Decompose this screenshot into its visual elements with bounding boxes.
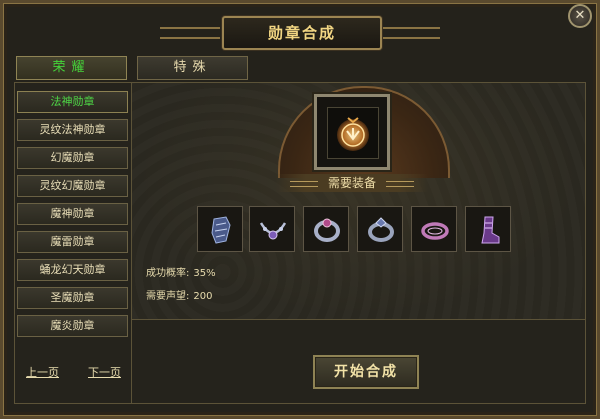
- success-rate-value: 35%: [193, 268, 216, 279]
- ring-icon: [314, 218, 340, 242]
- required-slot-4[interactable]: [357, 206, 403, 252]
- close-icon: ✕: [574, 8, 586, 23]
- required-equipment-label: 需要装备: [327, 176, 376, 190]
- next-page-link[interactable]: 下一页: [88, 364, 121, 380]
- required-slot-3[interactable]: [303, 206, 349, 252]
- medal-item-6[interactable]: 魔雷勋章: [17, 231, 128, 253]
- medal-item-4[interactable]: 灵纹幻魔勋章: [17, 175, 128, 197]
- tab-special[interactable]: 特殊: [137, 56, 248, 80]
- necklace-icon: [259, 222, 287, 240]
- medal-item-5[interactable]: 魔神勋章: [17, 203, 128, 225]
- title-ornament-left: [160, 27, 220, 39]
- title-ornament-right: [380, 27, 440, 39]
- required-slot-5[interactable]: [411, 206, 457, 252]
- medal-item-9[interactable]: 魔炎勋章: [17, 315, 128, 337]
- ring-icon: [368, 217, 394, 242]
- required-slot-1[interactable]: [197, 206, 243, 252]
- success-rate-row: 成功概率: 35%: [146, 264, 216, 279]
- target-slot-inner: [327, 107, 379, 159]
- prev-page-link[interactable]: 上一页: [26, 364, 59, 380]
- ring-icon: [421, 222, 449, 240]
- window-title: 勋章合成: [222, 16, 382, 50]
- medal-item-1[interactable]: 法神勋章: [17, 91, 128, 113]
- medal-item-3[interactable]: 幻魔勋章: [17, 147, 128, 169]
- medal-icon: [337, 117, 369, 151]
- medal-item-8[interactable]: 圣魔勋章: [17, 287, 128, 309]
- success-rate-label: 成功概率:: [146, 268, 190, 279]
- target-medal-slot[interactable]: [314, 94, 390, 170]
- tab-honor[interactable]: 荣耀: [16, 56, 127, 80]
- boots-icon: [481, 216, 500, 244]
- required-slot-6[interactable]: [465, 206, 511, 252]
- close-button[interactable]: ✕: [568, 4, 592, 28]
- reputation-label: 需要声望:: [146, 291, 190, 302]
- start-synthesis-button[interactable]: 开始合成: [313, 355, 419, 389]
- medal-item-7[interactable]: 蛹龙幻天勋章: [17, 259, 128, 281]
- medal-item-2[interactable]: 灵纹法神勋章: [17, 119, 128, 141]
- reputation-value: 200: [193, 291, 213, 302]
- reputation-row: 需要声望: 200: [146, 287, 212, 302]
- required-slot-2[interactable]: [249, 206, 295, 252]
- bracer-icon: [211, 216, 231, 244]
